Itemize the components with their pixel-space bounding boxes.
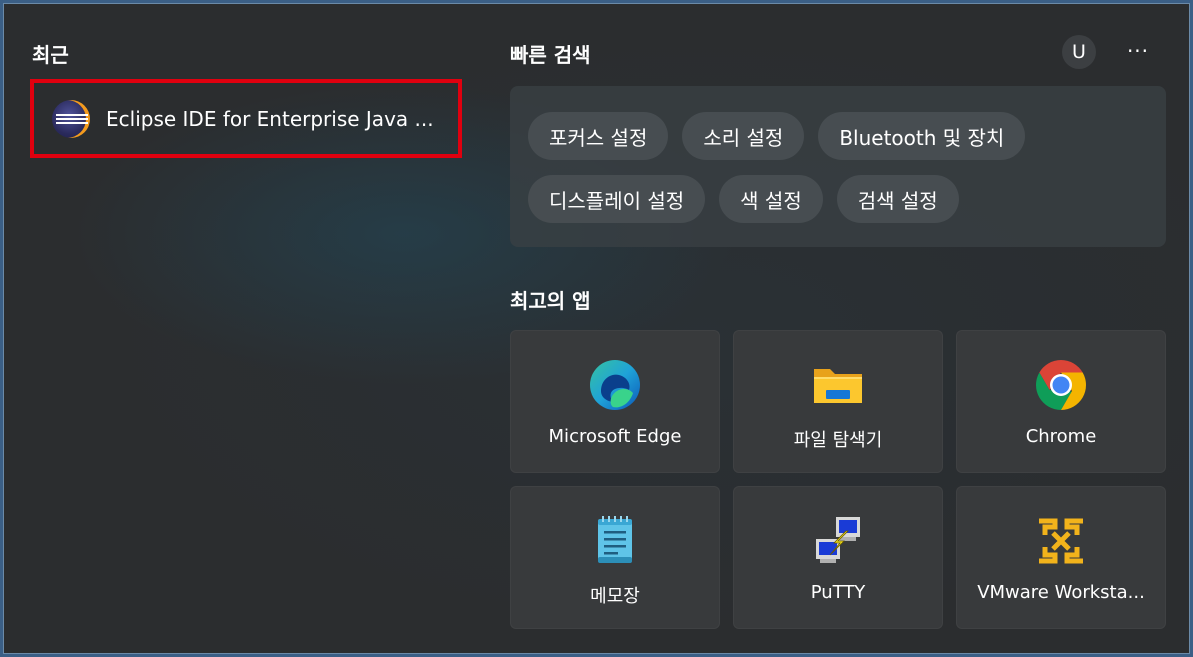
quick-search-row-2: 디스플레이 설정 색 설정 검색 설정: [528, 175, 959, 223]
app-label: PuTTY: [810, 582, 866, 603]
notepad-icon: [598, 516, 632, 563]
app-tile-chrome[interactable]: Chrome: [956, 330, 1166, 473]
file-explorer-icon: [814, 369, 862, 403]
chip-sound-settings[interactable]: 소리 설정: [682, 112, 805, 160]
quick-search-row-1: 포커스 설정 소리 설정 Bluetooth 및 장치: [528, 112, 1026, 160]
chip-display-settings[interactable]: 디스플레이 설정: [528, 175, 706, 223]
chip-search-settings[interactable]: 검색 설정: [836, 175, 959, 223]
app-tile-edge[interactable]: Microsoft Edge: [510, 330, 720, 473]
app-label: VMware Worksta...: [977, 582, 1145, 603]
quick-search-title: 빠른 검색: [510, 43, 591, 67]
app-tile-file-explorer[interactable]: 파일 탐색기: [733, 330, 943, 473]
app-tile-putty[interactable]: PuTTY: [733, 486, 943, 629]
chip-focus-settings[interactable]: 포커스 설정: [528, 112, 669, 160]
edge-icon: [590, 360, 640, 410]
recent-item-label: Eclipse IDE for Enterprise Java ...: [106, 106, 434, 131]
vmware-icon: [1039, 518, 1083, 564]
top-apps-title: 최고의 앱: [510, 289, 591, 313]
eclipse-icon: [52, 99, 90, 138]
more-options-icon[interactable]: ···: [1125, 41, 1151, 61]
app-label: 메모장: [590, 586, 640, 607]
quick-search-panel: 포커스 설정 소리 설정 Bluetooth 및 장치 디스플레이 설정 색 설…: [510, 86, 1166, 247]
chrome-icon: [1036, 360, 1086, 410]
app-label: Microsoft Edge: [548, 426, 682, 447]
app-tile-notepad[interactable]: 메모장: [510, 486, 720, 629]
app-label: 파일 탐색기: [793, 430, 883, 451]
start-menu-search-panel: 최근 Eclipse IDE for Enterprise Java ... 빠…: [3, 3, 1190, 654]
app-label: Chrome: [1025, 426, 1097, 447]
user-avatar[interactable]: U: [1062, 35, 1096, 69]
putty-icon: [816, 517, 860, 563]
chip-bluetooth-devices[interactable]: Bluetooth 및 장치: [818, 112, 1026, 160]
recent-section-title: 최근: [32, 43, 69, 67]
avatar-initial: U: [1072, 41, 1086, 63]
app-tile-vmware[interactable]: VMware Worksta...: [956, 486, 1166, 629]
recent-item-eclipse[interactable]: Eclipse IDE for Enterprise Java ...: [30, 79, 462, 158]
chip-color-settings[interactable]: 색 설정: [719, 175, 823, 223]
